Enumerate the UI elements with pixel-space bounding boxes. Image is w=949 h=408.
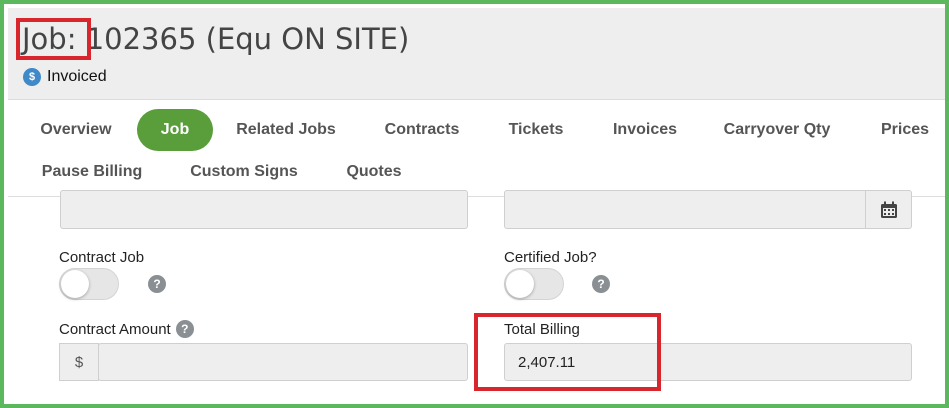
- job-title-text: 102365 (Equ ON SITE): [85, 22, 410, 56]
- contract-amount-label: Contract Amount ?: [59, 320, 194, 338]
- tab-overview[interactable]: Overview: [32, 109, 120, 151]
- top-left-field[interactable]: [60, 190, 468, 229]
- tab-bar: Overview Job Related Jobs Contracts Tick…: [8, 101, 945, 197]
- job-header: Job: 102365 (Equ ON SITE) $ Invoiced: [8, 8, 945, 100]
- contract-amount-input[interactable]: [98, 343, 468, 381]
- tab-invoices[interactable]: Invoices: [605, 109, 685, 151]
- calendar-icon[interactable]: [865, 191, 911, 228]
- help-icon[interactable]: ?: [148, 275, 166, 293]
- contract-amount-text: Contract Amount: [59, 320, 171, 338]
- job-form: Contract Job ? Certified Job? ? Contract…: [8, 190, 945, 404]
- status-badge: $ Invoiced: [23, 68, 107, 86]
- contract-job-label: Contract Job: [59, 249, 145, 266]
- job-label: Job:: [22, 22, 77, 56]
- tab-tickets[interactable]: Tickets: [500, 109, 572, 151]
- toggle-knob: [506, 270, 534, 298]
- dollar-icon: $: [23, 68, 41, 86]
- tab-prices[interactable]: Prices: [870, 109, 940, 151]
- contract-job-toggle[interactable]: [59, 268, 119, 300]
- tab-pause-billing[interactable]: Pause Billing: [32, 151, 152, 193]
- page-title: Job: 102365 (Equ ON SITE): [22, 22, 409, 56]
- tab-carryover-qty[interactable]: Carryover Qty: [718, 109, 836, 151]
- total-billing-label: Total Billing: [504, 321, 580, 338]
- certified-job-toggle[interactable]: [504, 268, 564, 300]
- total-billing-input[interactable]: 2,407.11: [504, 343, 912, 381]
- currency-addon: $: [59, 343, 99, 381]
- total-billing-value: 2,407.11: [518, 353, 576, 371]
- help-icon[interactable]: ?: [175, 320, 194, 338]
- tab-related-jobs[interactable]: Related Jobs: [230, 109, 342, 151]
- tab-custom-signs[interactable]: Custom Signs: [182, 151, 306, 193]
- status-text: Invoiced: [47, 68, 107, 85]
- tab-job[interactable]: Job: [137, 109, 213, 151]
- help-icon[interactable]: ?: [592, 275, 610, 293]
- tab-quotes[interactable]: Quotes: [338, 151, 410, 193]
- certified-job-label: Certified Job?: [504, 249, 597, 266]
- toggle-knob: [61, 270, 89, 298]
- app-frame: Job: 102365 (Equ ON SITE) $ Invoiced Ove…: [0, 0, 949, 408]
- date-field[interactable]: [504, 190, 912, 229]
- tab-contracts[interactable]: Contracts: [377, 109, 467, 151]
